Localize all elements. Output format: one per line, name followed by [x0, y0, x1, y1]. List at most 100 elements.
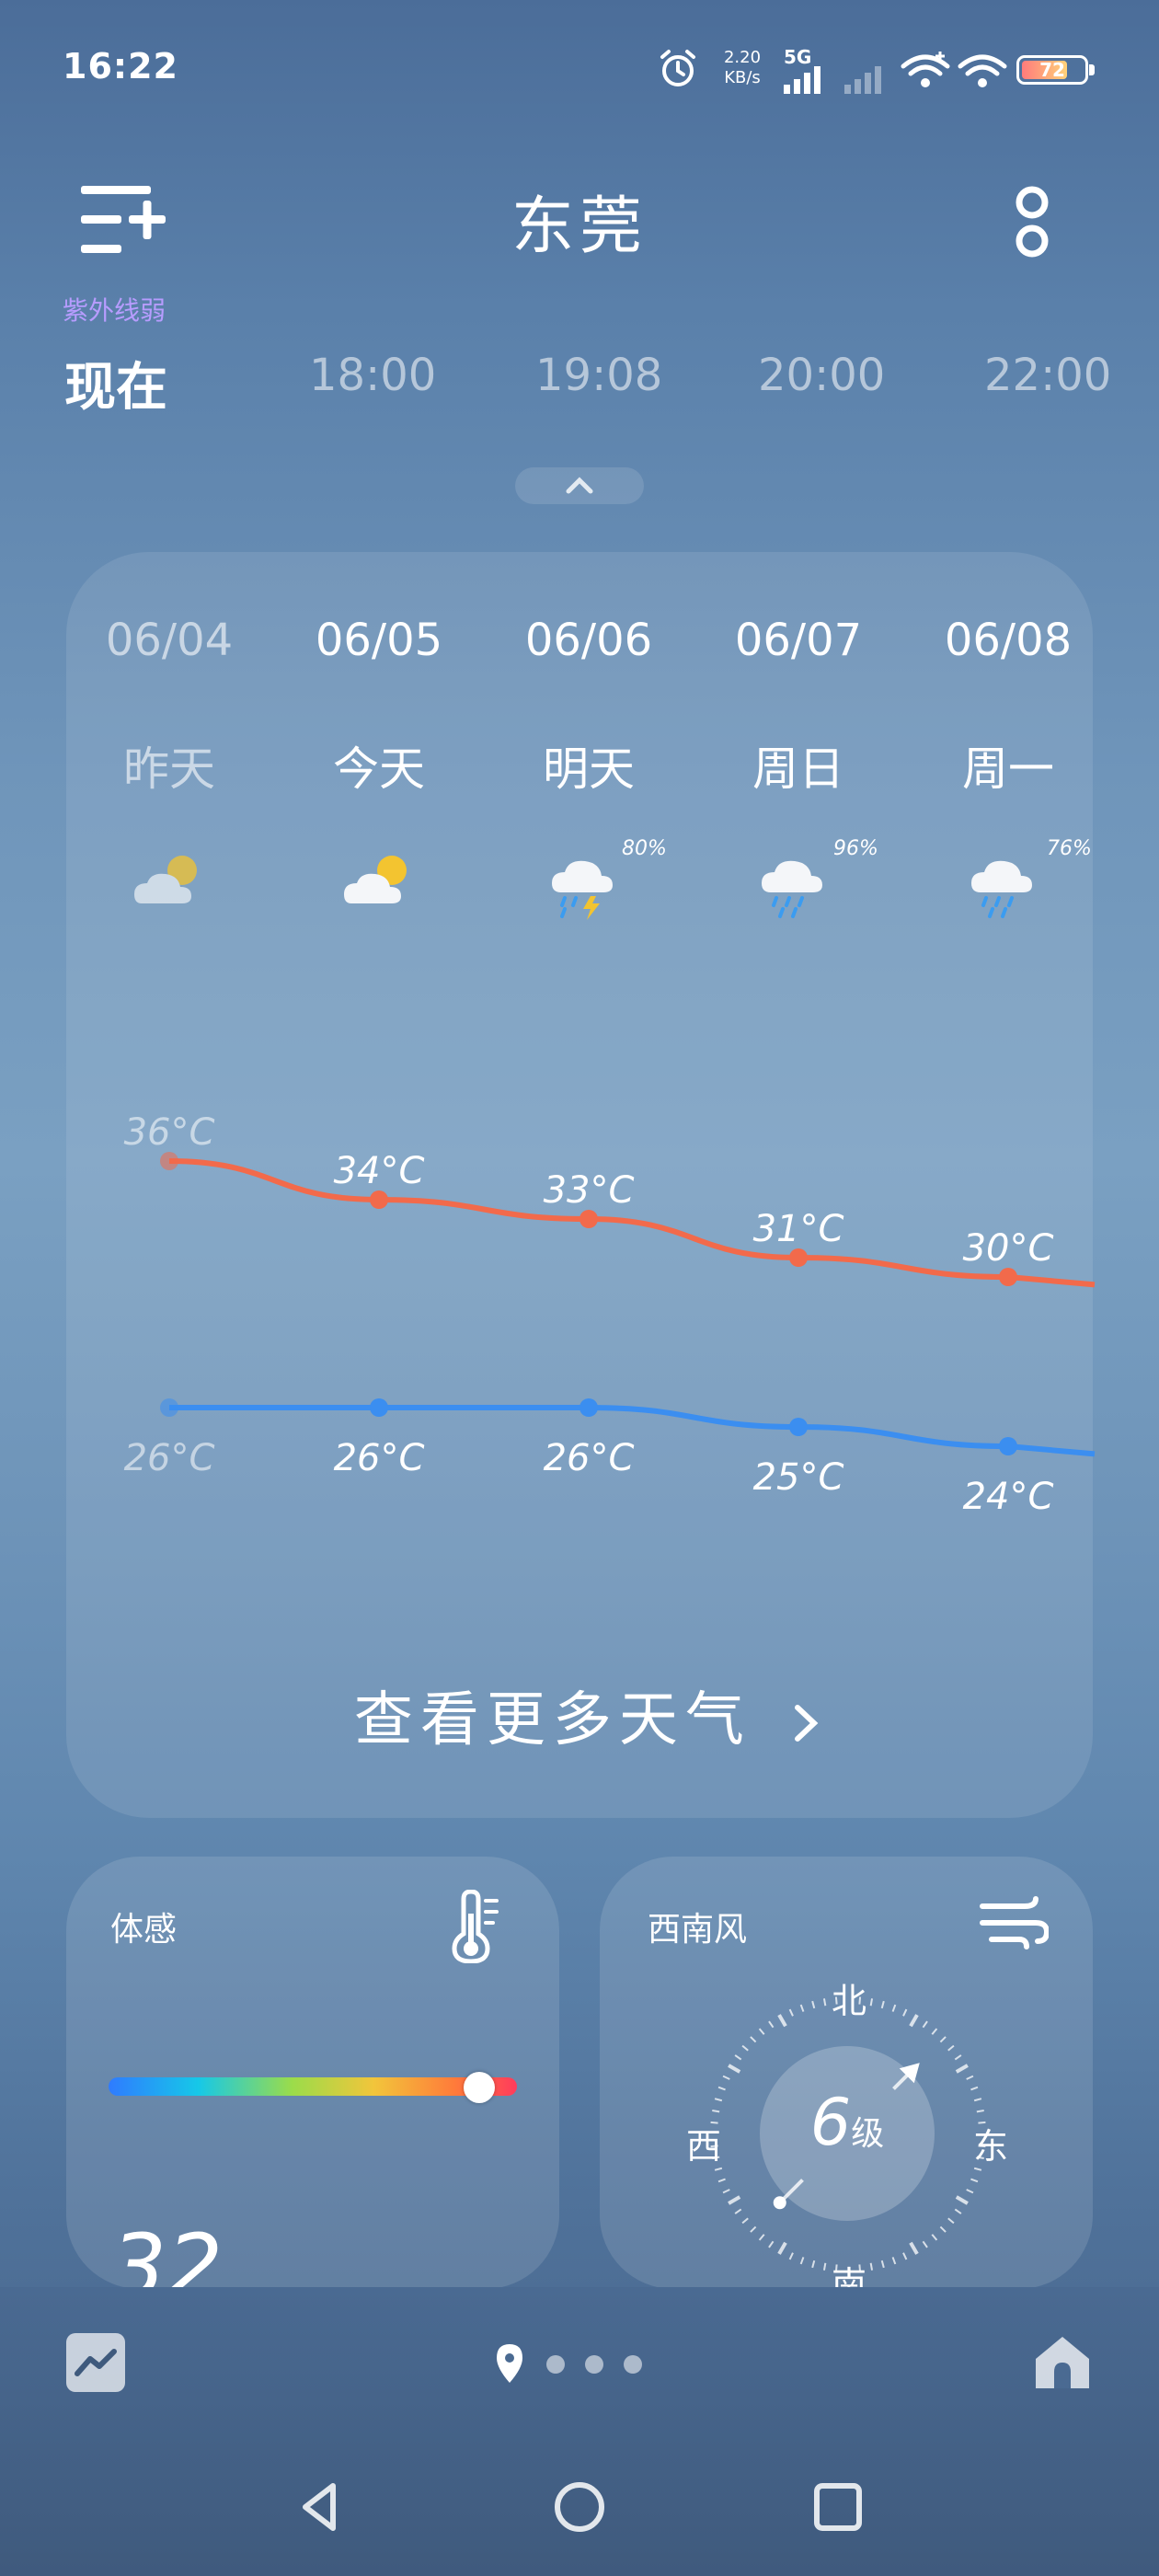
page-dot[interactable]: [546, 2355, 565, 2374]
low-temp-label: 24°C: [962, 1476, 1054, 1518]
compass-tick: [973, 2167, 982, 2171]
wind-arrow-origin: [773, 2196, 786, 2210]
feels-like-card[interactable]: 体感 32: [66, 1857, 559, 2289]
compass-tick: [750, 2225, 757, 2233]
compass-tick: [973, 2098, 982, 2102]
compass-tick: [768, 2240, 775, 2248]
feels-like-gauge: [109, 2077, 517, 2096]
compass-tick: [954, 2054, 962, 2061]
compass-tick: [822, 2262, 827, 2271]
compass-tick: [939, 2036, 947, 2043]
compass-tick: [947, 2044, 955, 2052]
compass-tick: [777, 2241, 787, 2255]
compass-tick: [788, 2252, 794, 2260]
high-temp-point: [370, 1190, 388, 1209]
compass-tick: [714, 2167, 723, 2171]
compass-tick: [734, 2208, 742, 2214]
compass-tick: [714, 2098, 723, 2102]
feels-like-title: 体感: [110, 1911, 178, 1949]
nav-home-button[interactable]: [547, 2475, 612, 2539]
high-temp-point: [160, 1152, 178, 1170]
compass-tick: [822, 1998, 827, 2007]
compass-tick: [717, 2086, 726, 2091]
high-temp-point: [789, 1248, 808, 1267]
compass-tick: [869, 2262, 874, 2271]
page-dot[interactable]: [624, 2355, 642, 2374]
compass-tick: [931, 2234, 938, 2241]
wind-icon: [980, 1896, 1049, 1949]
compass-tick: [955, 2195, 969, 2205]
compass-tick: [758, 2028, 765, 2035]
compass-tick: [909, 2014, 919, 2028]
more-weather-label: 查看更多天气: [353, 1686, 752, 1754]
temperature-chart: [160, 1152, 1096, 1457]
compass-tick: [880, 2260, 885, 2269]
location-pin-icon: [497, 2344, 522, 2383]
compass-tick: [750, 2036, 757, 2043]
compass-west: 西: [686, 2126, 722, 2167]
page-indicator[interactable]: [493, 2342, 677, 2388]
high-temp-label: 30°C: [962, 1227, 1054, 1270]
compass-tick: [955, 2064, 969, 2074]
compass-tick: [922, 2240, 928, 2248]
wind-level-unit: 级: [851, 2115, 885, 2153]
compass-tick: [902, 2008, 908, 2017]
compass-tick: [922, 2020, 928, 2029]
compass-tick: [869, 1998, 874, 2007]
compass-tick: [728, 2064, 741, 2074]
compass-tick: [734, 2054, 742, 2061]
wind-level-value: 6: [809, 2085, 852, 2160]
low-temp-label: 25°C: [752, 1456, 844, 1499]
low-temp-label: 26°C: [123, 1437, 215, 1479]
compass-tick: [970, 2178, 979, 2183]
compass-tick: [976, 2109, 984, 2113]
high-temp-point: [999, 1268, 1017, 1286]
nav-recents-button[interactable]: [806, 2475, 870, 2539]
compass-tick: [954, 2208, 962, 2214]
feels-like-value: 32: [110, 2215, 224, 2289]
more-weather-button[interactable]: 查看更多天气: [350, 1673, 828, 1757]
compass-tick: [891, 2257, 897, 2265]
compass-tick: [891, 2004, 897, 2012]
compass-tick: [880, 2000, 885, 2009]
compass-east: 东: [973, 2126, 1009, 2167]
nav-back-button[interactable]: [289, 2475, 353, 2539]
high-temp-label: 36°C: [123, 1111, 215, 1154]
compass-tick: [931, 2028, 938, 2035]
compass-tick: [970, 2086, 979, 2091]
compass-tick: [758, 2234, 765, 2241]
low-temp-point: [580, 1398, 598, 1417]
compass-tick: [717, 2178, 726, 2183]
compass-tick: [799, 2004, 805, 2012]
low-temp-point: [999, 1437, 1017, 1455]
home-icon[interactable]: [1032, 2331, 1093, 2392]
compass-tick: [902, 2252, 908, 2260]
compass-tick: [947, 2217, 955, 2225]
compass-tick: [811, 2260, 816, 2269]
compass-tick: [712, 2109, 720, 2113]
compass-tick: [722, 2189, 730, 2194]
compass-tick: [939, 2225, 947, 2233]
page-dot[interactable]: [585, 2355, 603, 2374]
low-temp-label: 26°C: [543, 1437, 635, 1479]
compass-tick: [722, 2075, 730, 2080]
low-temp-label: 26°C: [333, 1437, 425, 1479]
thermometer-icon: [452, 1890, 499, 1963]
low-temp-point: [370, 1398, 388, 1417]
high-temp-label: 33°C: [543, 1169, 635, 1212]
trend-chart-button[interactable]: [66, 2333, 125, 2392]
compass-tick: [811, 2000, 816, 2009]
compass-tick: [728, 2195, 741, 2205]
trend-icon: [75, 2349, 117, 2376]
compass-tick: [788, 2008, 794, 2017]
compass-tick: [768, 2020, 775, 2029]
compass-tick: [741, 2044, 749, 2052]
compass-tick: [966, 2075, 974, 2080]
chevron-right-icon: [795, 1705, 819, 1742]
high-temp-label: 31°C: [752, 1208, 844, 1250]
compass-tick: [799, 2257, 805, 2265]
wind-direction-title: 西南风: [648, 1911, 748, 1949]
compass-tick: [741, 2217, 749, 2225]
compass-tick: [966, 2189, 974, 2194]
low-temp-point: [160, 1398, 178, 1417]
